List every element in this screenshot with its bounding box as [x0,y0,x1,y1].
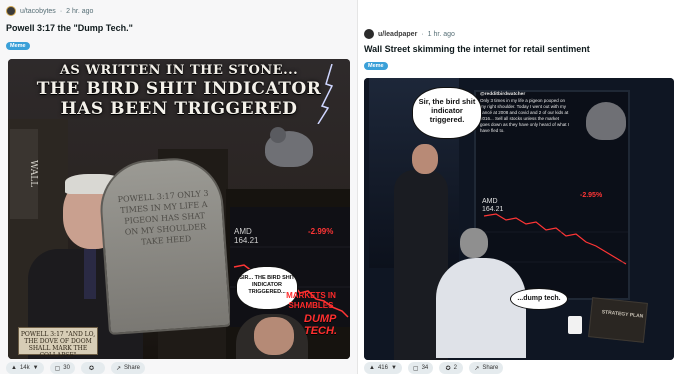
vote-count: 416 [377,365,388,371]
standing-man-head [412,144,438,174]
strategy-notebook: STRATEGY PLAN [588,297,648,343]
downvote-icon[interactable]: ▼ [391,365,397,371]
comments-button[interactable]: ▢ 30 [49,362,75,374]
comment-icon: ▢ [54,365,61,372]
notebook-label: STRATEGY PLAN [601,309,644,320]
award-button[interactable]: ✪ [80,362,105,374]
ticker-block: AMD 164.21 [234,227,258,245]
ticker-symbol: AMD [234,227,252,236]
post-time: 1 hr. ago [427,30,455,38]
comment-count: 30 [63,365,70,371]
meta-separator: · [59,7,63,15]
post-card-left[interactable]: u/tacobytes · 2 hr. ago Powell 3:17 the … [0,0,358,374]
meta-separator: · [421,30,424,38]
subreddit-name[interactable]: u/leadpaper [378,31,417,38]
subreddit-avatar[interactable] [6,6,16,16]
dump-tech-text: DUMP TECH. [304,313,337,337]
post-flair[interactable]: Meme [6,42,30,50]
speech-bubble-bottom: ...dump tech. [510,288,568,310]
trader-face [254,317,294,355]
subreddit-avatar[interactable] [364,29,374,39]
ticker-price: 164.21 [234,236,259,245]
share-icon: ↗ [474,365,480,372]
post-actions: ▲ 416 ▼ ▢ 34 ✪ 2 ↗ Share [364,362,504,374]
markets-in-shambles-text: MARKETS IN SHAMBLES [286,291,336,310]
pigeon-head [270,127,286,143]
ticker-change: -2.95% [580,192,603,199]
post-image[interactable]: AS WRITTEN IN THE STONE... THE BIRD SHIT… [8,59,350,359]
headline-line2: THE BIRD SHIT INDICATOR [36,79,322,99]
speech-bubble-top: Sir, the bird shit indicator triggered. [412,87,482,139]
coffee-cup [568,316,582,334]
pigeon-figure [586,102,626,140]
vote-count: 14k [19,365,30,371]
headline-line3: HAS BEEN TRIGGERED [60,99,298,119]
stone-tablet: POWELL 3:17 ONLY 3 TIMES IN MY LIFE A PI… [97,154,232,336]
post-actions: ▲ 14k ▼ ▢ 30 ✪ ↗ Share [6,362,145,374]
share-label: Share [123,365,140,371]
headline-line1: AS WRITTEN IN THE STONE... [59,63,299,78]
ticker-block: AMD 164.21 [482,198,503,214]
comment-icon: ▢ [412,365,419,372]
share-button[interactable]: ↗ Share [469,362,504,374]
post-image[interactable]: @redditbirdwatcher Only 3 times in my li… [364,78,674,360]
post-meta: u/tacobytes · 2 hr. ago [6,6,93,16]
post-title[interactable]: Wall Street skimming the internet for re… [364,44,590,54]
upvote-icon[interactable]: ▲ [11,365,17,371]
ticker-price: 164.21 [482,206,504,213]
tweet-card: @redditbirdwatcher Only 3 times in my li… [480,92,570,192]
seated-man-body [436,258,526,358]
share-icon: ↗ [115,365,121,372]
reddit-feed: u/tacobytes · 2 hr. ago Powell 3:17 the … [0,0,680,374]
vote-button[interactable]: ▲ 416 ▼ [364,362,402,374]
downvote-icon[interactable]: ▼ [33,365,39,371]
ticker-symbol: AMD [482,198,498,205]
tablet-text: POWELL 3:17 ONLY 3 TIMES IN MY LIFE A PI… [117,188,209,247]
comments-button[interactable]: ▢ 34 [407,362,434,374]
award-icon: ✪ [445,365,451,372]
caption-plaque: POWELL 3:17 "AND LO, THE DOVE OF DOOM SH… [18,327,98,359]
tweet-text: Only 3 times in my life a pigeon pooped … [480,98,570,133]
award-icon: ✪ [88,365,94,372]
post-card-right[interactable]: u/leadpaper · 1 hr. ago Wall Street skim… [358,0,680,374]
ticker-change: -2.99% [308,227,334,236]
lightning-icon [317,64,334,124]
powell-tie [84,249,96,299]
share-button[interactable]: ↗ Share [110,362,145,374]
subreddit-name[interactable]: u/tacobytes [20,8,56,15]
vote-button[interactable]: ▲ 14k ▼ [6,362,44,374]
wall-street-sign: WALL [10,129,38,219]
comment-count: 34 [421,365,429,371]
post-flair[interactable]: Meme [364,62,388,70]
post-time: 2 hr. ago [66,7,94,15]
award-button[interactable]: ✪ 2 [439,362,464,374]
post-meta: u/leadpaper · 1 hr. ago [364,29,455,39]
upvote-icon[interactable]: ▲ [369,365,375,371]
seated-man-head [460,228,488,258]
share-label: Share [482,365,499,371]
award-count: 2 [453,365,457,371]
post-title[interactable]: Powell 3:17 the "Dump Tech." [6,23,133,33]
